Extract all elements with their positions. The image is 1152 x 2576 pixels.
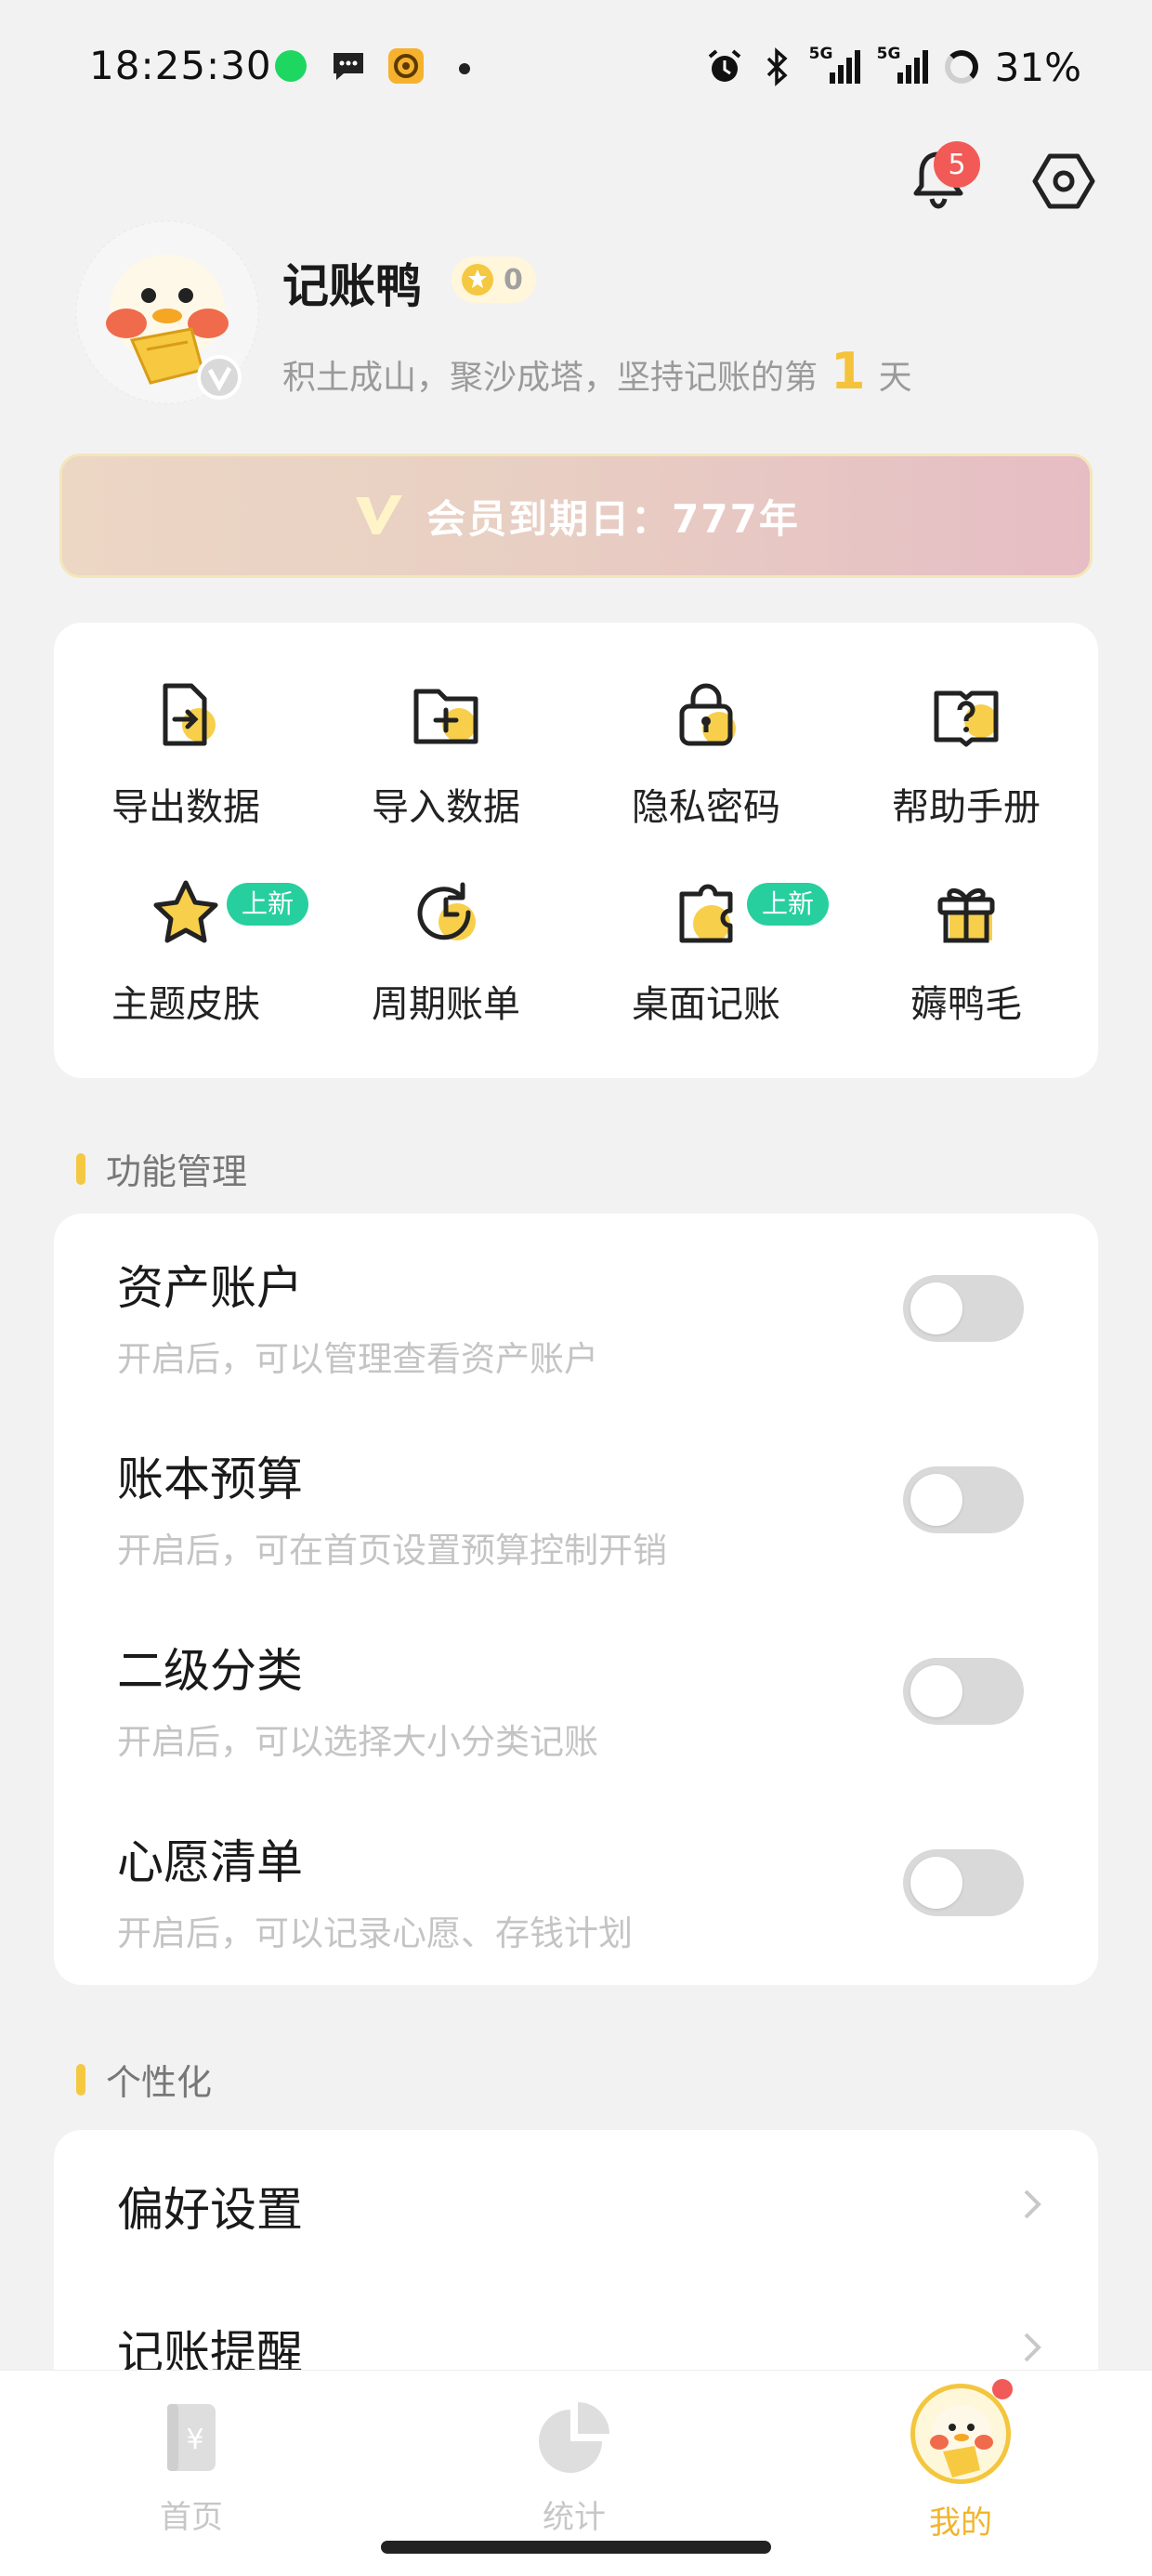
new-badge: 上新 — [227, 883, 309, 926]
coin-count: 0 — [504, 263, 523, 296]
tab-statistics[interactable]: 统计 — [481, 2397, 667, 2537]
home-indicator[interactable] — [381, 2541, 771, 2554]
ledger-icon: ¥ — [167, 2404, 216, 2471]
preferences-row[interactable]: 偏好设置 — [117, 2173, 1046, 2247]
status-bar: 18:25:30 5G 5G 31% — [0, 0, 1152, 139]
avatar-icon — [910, 2384, 1011, 2484]
pie-chart-icon — [539, 2402, 609, 2473]
spotify-icon — [275, 50, 307, 82]
tool-export-data[interactable]: 导出数据 — [56, 678, 316, 831]
budget-switch[interactable] — [903, 1466, 1024, 1533]
vip-banner[interactable]: 会员到期日：777年 — [59, 453, 1093, 578]
vip-expiry-text: 会员到期日：777年 — [426, 495, 800, 542]
toggle-row-budget: 账本预算 开启后，可在首页设置预算控制开销 — [117, 1442, 1046, 1572]
toggle-row-asset-accounts: 资产账户 开启后，可以管理查看资产账户 — [117, 1251, 1046, 1381]
tab-label: 首页 — [160, 2499, 223, 2536]
message-icon — [334, 53, 363, 80]
network-type-2: 5G — [876, 45, 901, 63]
tab-notification-dot — [992, 2379, 1013, 2399]
motto-prefix: 积土成山，聚沙成塔，坚持记账的第 — [282, 359, 818, 397]
toggle-desc: 开启后，可在首页设置预算控制开销 — [117, 1531, 667, 1571]
signal-icon-1: 5G — [809, 45, 860, 84]
switch-knob — [910, 1857, 962, 1909]
gift-icon — [937, 888, 995, 943]
network-type-1: 5G — [808, 45, 833, 63]
motto: 积土成山，聚沙成塔，坚持记账的第 1 天 — [282, 342, 912, 401]
tool-label: 桌面记账 — [632, 983, 780, 1026]
personalization-card: 偏好设置 记账提醒 — [54, 2130, 1098, 2409]
import-icon — [413, 689, 478, 744]
row-title: 偏好设置 — [117, 2183, 303, 2237]
clock-icon — [417, 882, 476, 940]
coin-icon — [462, 264, 493, 296]
svg-text:¥: ¥ — [186, 2424, 203, 2456]
status-right: 5G 5G 31% — [705, 41, 1081, 93]
tab-mine[interactable]: 我的 — [868, 2384, 1054, 2543]
section-title-function: 功能管理 — [76, 1143, 247, 1194]
export-icon — [163, 683, 216, 746]
chevron-right-icon — [1024, 2189, 1041, 2219]
toggle-row-wishlist: 心愿清单 开启后，可以记录心愿、存钱计划 — [117, 1825, 1046, 1955]
bluetooth-icon — [766, 47, 788, 86]
lock-icon — [679, 683, 736, 746]
switch-knob — [910, 1282, 962, 1334]
section-marker — [76, 1152, 85, 1185]
tab-label: 我的 — [929, 2504, 992, 2542]
motto-suffix: 天 — [878, 359, 912, 397]
status-time: 18:25:30 — [89, 43, 272, 88]
notification-badge: 5 — [934, 141, 980, 188]
profile-page: 18:25:30 5G 5G 31% 5 记账鸭 0 积土成山，聚沙成塔，坚持记… — [0, 0, 1152, 2576]
tool-theme-skin[interactable]: 主题皮肤 上新 — [56, 875, 316, 1028]
tab-home[interactable]: ¥ 首页 — [98, 2397, 284, 2537]
battery-icon — [944, 50, 978, 84]
tool-label: 周期账单 — [372, 983, 520, 1026]
tool-label: 导入数据 — [372, 786, 520, 829]
tab-label: 统计 — [543, 2499, 606, 2536]
tool-help-manual[interactable]: 帮助手册 — [836, 678, 1096, 831]
section-title-text: 个性化 — [106, 2062, 213, 2103]
tools-grid: 导出数据 导入数据 隐私密码 帮助手册 主题皮肤 上新 周期账单 桌面记账 上新… — [54, 623, 1098, 1078]
star-icon — [153, 880, 218, 943]
tool-label: 薅鸭毛 — [910, 983, 1022, 1026]
wishlist-switch[interactable] — [903, 1849, 1024, 1916]
section-marker — [76, 2063, 85, 2096]
help-book-icon — [934, 690, 999, 747]
tool-recurring-bills[interactable]: 周期账单 — [316, 875, 576, 1028]
toggle-desc: 开启后，可以选择大小分类记账 — [117, 1722, 598, 1762]
switch-knob — [910, 1474, 962, 1526]
alarm-icon — [708, 49, 740, 82]
settings-gear-icon[interactable] — [1031, 149, 1096, 214]
toggle-row-subcategory: 二级分类 开启后，可以选择大小分类记账 — [117, 1634, 1046, 1764]
tool-rewards[interactable]: 薅鸭毛 — [836, 875, 1096, 1028]
widget-icon — [679, 884, 733, 943]
notification-dot — [459, 63, 470, 74]
toggle-desc: 开启后，可以管理查看资产账户 — [117, 1339, 598, 1379]
toggle-desc: 开启后，可以记录心愿、存钱计划 — [117, 1913, 633, 1953]
app-icon — [388, 48, 424, 84]
section-title-text: 功能管理 — [106, 1151, 248, 1192]
user-avatar[interactable] — [74, 219, 260, 405]
chevron-right-icon — [1024, 2333, 1041, 2362]
tool-label: 主题皮肤 — [111, 983, 260, 1026]
function-toggles-card: 资产账户 开启后，可以管理查看资产账户 账本预算 开启后，可在首页设置预算控制开… — [54, 1214, 1098, 1985]
switch-knob — [910, 1665, 962, 1717]
tool-label: 隐私密码 — [632, 786, 780, 829]
signal-icon-2: 5G — [877, 45, 928, 84]
tool-label: 帮助手册 — [892, 786, 1041, 829]
days-count: 1 — [831, 342, 866, 401]
new-badge: 上新 — [747, 883, 830, 926]
section-title-personalization: 个性化 — [76, 2054, 212, 2105]
asset-accounts-switch[interactable] — [903, 1275, 1024, 1342]
tool-label: 导出数据 — [111, 786, 260, 829]
tool-privacy-password[interactable]: 隐私密码 — [576, 678, 836, 831]
subcategory-switch[interactable] — [903, 1658, 1024, 1725]
tool-import-data[interactable]: 导入数据 — [316, 678, 576, 831]
vip-v-icon — [356, 495, 403, 534]
username: 记账鸭 — [282, 259, 422, 313]
coin-balance[interactable]: 0 — [452, 256, 536, 303]
battery-level: 31% — [994, 44, 1081, 90]
tool-desktop-widget[interactable]: 桌面记账 上新 — [576, 875, 836, 1028]
